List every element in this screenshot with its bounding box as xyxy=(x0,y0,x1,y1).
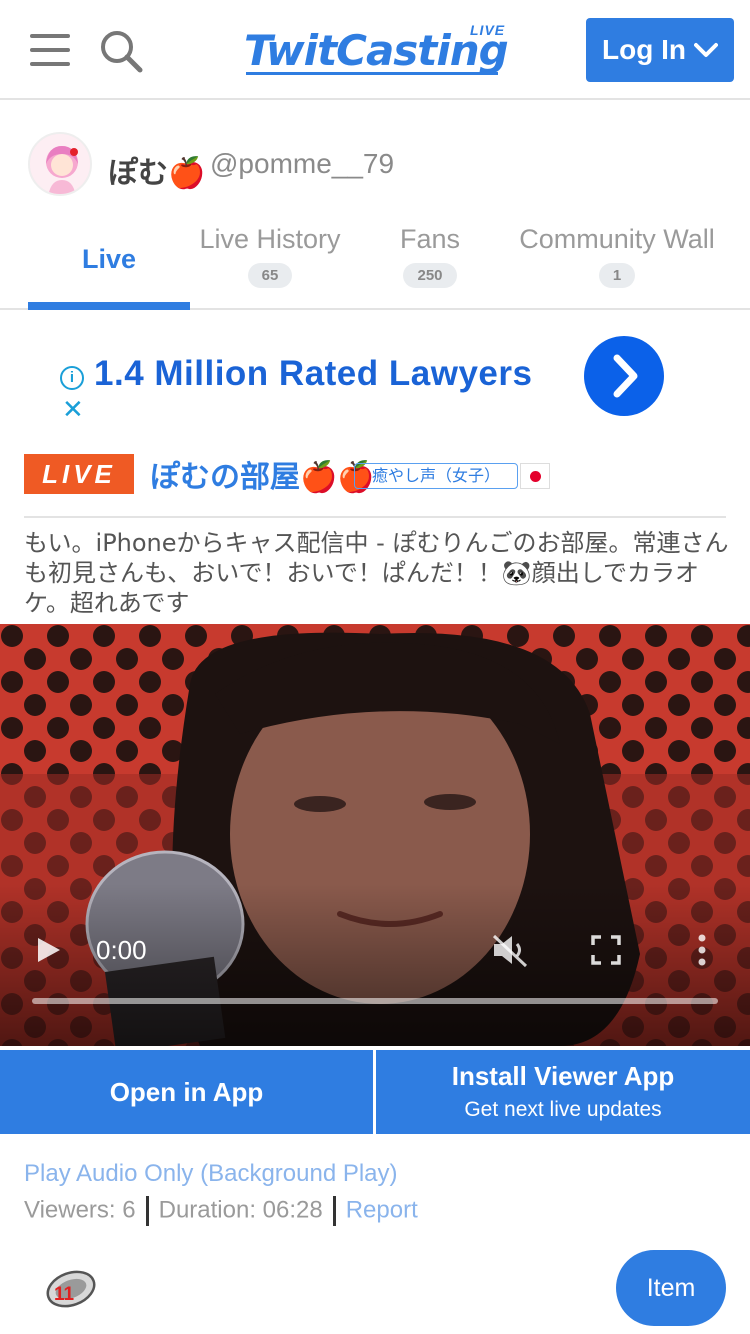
login-label: Log In xyxy=(602,34,686,65)
tab-live-history-count: 65 xyxy=(247,263,293,288)
logo-live-label: LIVE xyxy=(470,22,506,38)
chevron-down-icon xyxy=(693,43,718,57)
divider xyxy=(24,516,726,518)
live-description: もい。iPhoneからキャス配信中 - ぽむりんごのお部屋。常連さんも初見さんも… xyxy=(24,529,729,617)
avatar[interactable] xyxy=(28,132,92,196)
play-audio-only-link[interactable]: Play Audio Only (Background Play) xyxy=(24,1160,398,1188)
app-buttons: Open in App Install Viewer App Get next … xyxy=(0,1050,750,1134)
login-button[interactable]: Log In xyxy=(586,18,734,82)
avatar-illustration xyxy=(30,134,90,194)
tab-live[interactable]: Live xyxy=(28,244,190,275)
ad-banner[interactable]: i ✕ 1.4 Million Rated Lawyers xyxy=(58,336,668,426)
item-button[interactable]: Item xyxy=(616,1250,726,1326)
chevron-right-icon xyxy=(613,354,638,398)
search-icon[interactable] xyxy=(98,28,144,74)
tab-fans-count: 250 xyxy=(403,263,457,288)
report-link[interactable]: Report xyxy=(346,1196,418,1223)
video-player[interactable] xyxy=(0,624,750,1046)
japan-flag-icon xyxy=(520,463,550,489)
install-viewer-app-button[interactable]: Install Viewer App Get next live updates xyxy=(376,1050,750,1134)
tab-live-label: Live xyxy=(81,244,137,274)
info-icon[interactable]: i xyxy=(60,366,84,390)
install-subtitle: Get next live updates xyxy=(464,1098,662,1121)
tab-fans[interactable]: Fans 250 xyxy=(380,224,480,288)
ad-title[interactable]: 1.4 Million Rated Lawyers xyxy=(94,354,532,394)
more-options-icon[interactable] xyxy=(694,932,710,968)
coin-icon[interactable]: 11 xyxy=(44,1264,98,1314)
tab-community-wall-count: 1 xyxy=(598,263,636,288)
video-progress-bar[interactable] xyxy=(32,998,718,1004)
video-frame xyxy=(0,624,750,1046)
tab-community-wall-label: Community Wall xyxy=(519,224,715,254)
coin-count: 11 xyxy=(54,1284,75,1305)
live-badge: LIVE xyxy=(24,454,134,494)
tab-active-indicator xyxy=(28,302,190,310)
ad-arrow-button[interactable] xyxy=(584,336,664,416)
tab-fans-label: Fans xyxy=(399,224,461,254)
live-title[interactable]: ぽむの部屋🍎🍎 xyxy=(150,452,375,496)
logo-underline xyxy=(246,72,498,75)
logo-text: TwitCasting xyxy=(244,26,509,75)
header: TwitCasting LIVE Log In xyxy=(0,0,750,100)
live-stats: Viewers: 6 Duration: 06:28 Report xyxy=(24,1196,418,1226)
profile-handle: @pomme__79 xyxy=(210,148,395,179)
tab-live-history-label: Live History xyxy=(199,224,341,254)
profile-name[interactable]: ぽむ🍎 xyxy=(108,148,205,192)
viewers-count: Viewers: 6 xyxy=(24,1196,136,1224)
separator xyxy=(145,1196,149,1226)
category-tag[interactable]: 癒やし声（女子） xyxy=(354,463,518,489)
play-icon[interactable] xyxy=(38,938,60,962)
mute-icon[interactable] xyxy=(490,932,530,968)
open-in-app-button[interactable]: Open in App xyxy=(0,1050,373,1134)
separator xyxy=(332,1196,336,1226)
hamburger-menu-icon[interactable] xyxy=(30,34,70,66)
fullscreen-icon[interactable] xyxy=(590,934,622,966)
tab-live-history[interactable]: Live History 65 xyxy=(190,224,350,288)
video-time: 0:00 xyxy=(96,935,147,965)
close-icon[interactable]: ✕ xyxy=(62,396,84,422)
install-title: Install Viewer App xyxy=(451,1061,675,1091)
twitcasting-logo[interactable]: TwitCasting LIVE xyxy=(244,22,514,78)
profile-tabs: Live Live History 65 Fans 250 Community … xyxy=(0,210,750,310)
duration: Duration: 06:28 xyxy=(158,1196,323,1224)
tab-community-wall[interactable]: Community Wall 1 xyxy=(508,224,726,288)
